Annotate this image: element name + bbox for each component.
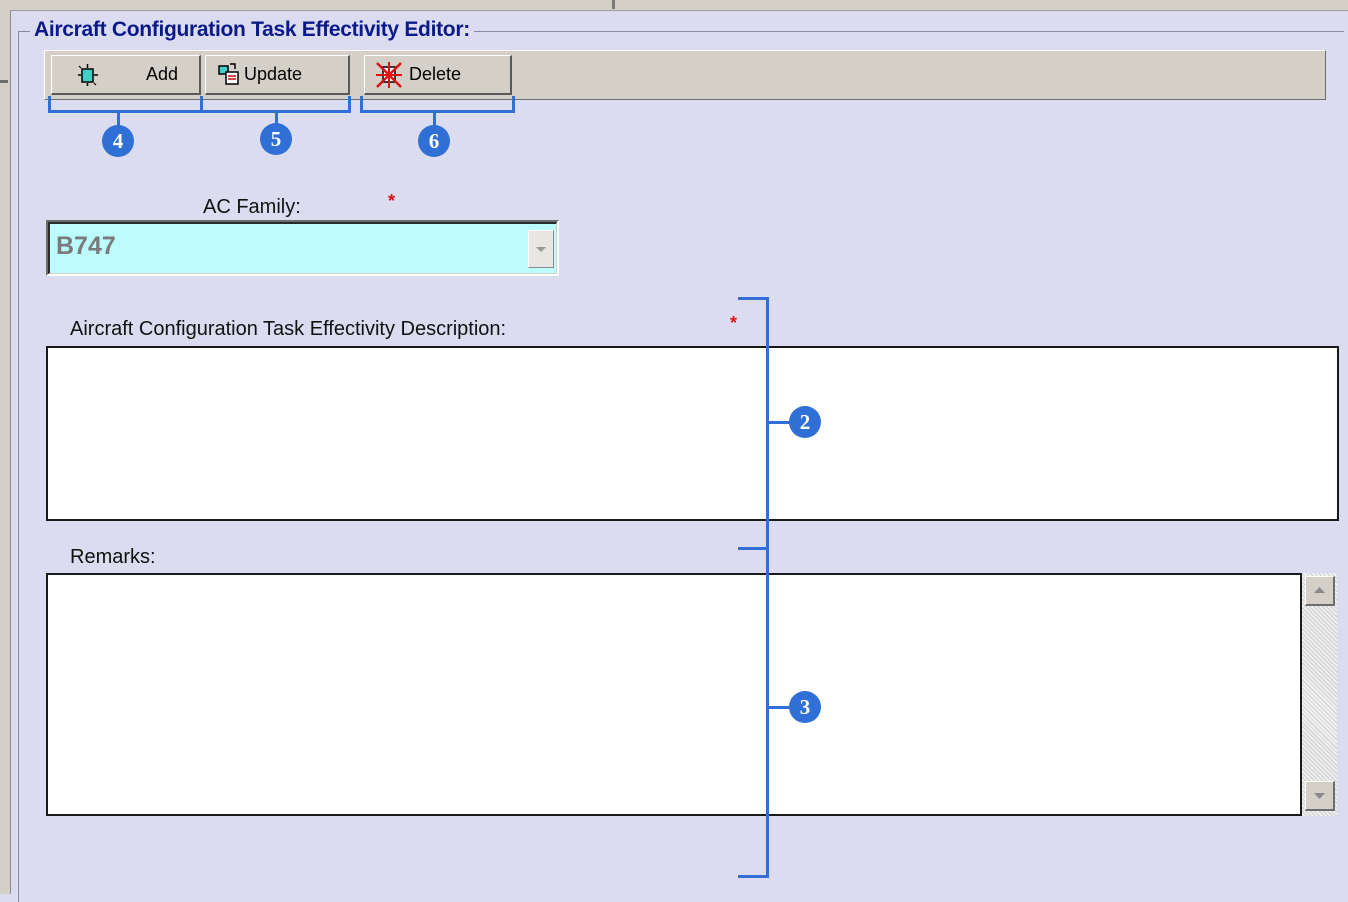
update-button[interactable]: Update — [205, 55, 350, 95]
chevron-down-icon — [536, 247, 546, 252]
update-record-icon — [218, 62, 239, 85]
callout-badge-4: 4 — [102, 125, 134, 157]
delete-record-icon — [376, 61, 402, 88]
callout-stem-3 — [767, 706, 791, 709]
callout-badge-5: 5 — [260, 123, 292, 155]
callout-bracket-6-left — [360, 96, 363, 113]
ac-family-select-inner: B747 — [48, 222, 557, 274]
callout-badge-6: 6 — [418, 125, 450, 157]
ac-family-required-mark: * — [388, 191, 396, 211]
add-record-icon — [78, 63, 98, 86]
ac-family-label: AC Family: — [203, 196, 301, 218]
callout-bracket-6 — [360, 110, 515, 113]
description-textarea[interactable] — [46, 346, 1339, 521]
delete-button[interactable]: Delete — [364, 55, 512, 95]
callout-bracket-mid — [738, 547, 769, 550]
frame-splitter[interactable] — [612, 0, 615, 9]
ac-family-dropdown-button[interactable] — [528, 230, 554, 268]
window-left-frame — [0, 0, 11, 894]
remarks-textarea[interactable] — [46, 573, 1302, 816]
description-required-mark: * — [730, 313, 738, 333]
editor-title: Aircraft Configuration Task Effectivity … — [30, 18, 474, 42]
ac-family-value: B747 — [56, 232, 116, 260]
callout-bracket-6-right — [512, 96, 515, 113]
callout-stem-2 — [767, 421, 791, 424]
callout-badge-2: 2 — [789, 406, 821, 438]
callout-bracket-4 — [48, 110, 200, 113]
scroll-down-button[interactable] — [1305, 781, 1335, 811]
update-button-label: Update — [244, 64, 303, 84]
add-button-label: Add — [146, 64, 179, 84]
callout-bracket-4-left — [48, 96, 51, 113]
callout-bracket-top — [738, 297, 769, 300]
description-label: Aircraft Configuration Task Effectivity … — [70, 318, 507, 340]
callout-bracket-spine — [766, 298, 769, 878]
arrow-down-icon — [1314, 793, 1325, 799]
arrow-up-icon — [1314, 587, 1325, 593]
remarks-label: Remarks: — [70, 546, 156, 568]
callout-bracket-5-right — [348, 96, 351, 113]
ac-family-select[interactable]: B747 — [46, 220, 559, 276]
window-top-frame — [10, 0, 1348, 11]
scroll-up-button[interactable] — [1305, 576, 1335, 606]
remarks-scrollbar[interactable] — [1302, 573, 1337, 816]
toolbar: Add Update Delete — [44, 50, 1326, 100]
callout-bracket-bottom — [738, 875, 769, 878]
callout-badge-3: 3 — [789, 691, 821, 723]
add-button[interactable]: Add — [51, 55, 201, 95]
frame-notch — [0, 80, 8, 83]
delete-button-label: Delete — [409, 64, 462, 84]
